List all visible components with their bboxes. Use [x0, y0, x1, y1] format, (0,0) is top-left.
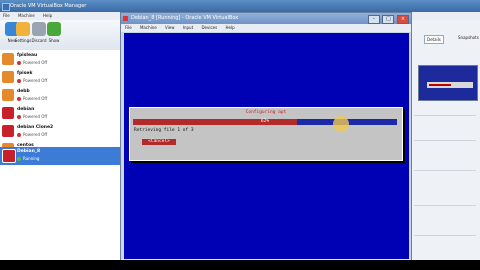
divider: [414, 205, 476, 206]
os-icon: [2, 53, 14, 65]
vm-name: debian Clone2: [17, 125, 54, 130]
vm-name: fpisleau: [17, 53, 38, 58]
powered-off-icon: [17, 97, 21, 101]
divider: [414, 235, 476, 236]
running-icon: [17, 157, 21, 161]
divider: [414, 140, 476, 141]
powered-off-icon: [17, 79, 21, 83]
vm-status: Running: [17, 156, 39, 161]
progress-percent: 62%: [260, 119, 270, 124]
menu-file[interactable]: File: [3, 13, 10, 18]
guest-console[interactable]: Configuring apt 62% Retrieving file 1 of…: [124, 33, 409, 259]
vm-status-text: Powered Off: [23, 96, 48, 101]
progress-message: Retrieving file 1 of 3: [134, 128, 194, 133]
os-icon: [2, 71, 14, 83]
vm-status-text: Powered Off: [23, 132, 48, 137]
details-tab[interactable]: Details: [424, 35, 444, 44]
os-icon: [2, 89, 14, 101]
progress-bar: 62%: [133, 119, 397, 125]
vm-window-title: Debian_8 [Running] - Oracle VM VirtualBo…: [131, 15, 239, 21]
vm-menu-view[interactable]: View: [165, 25, 175, 30]
divider: [414, 115, 476, 116]
vm-name: fpisek: [17, 71, 33, 76]
letterbox-bar: [0, 260, 480, 270]
vm-name: debian: [17, 107, 35, 112]
maximize-button[interactable]: □: [382, 15, 395, 24]
vm-status: Powered Off: [17, 132, 47, 137]
vm-list-item[interactable]: debian Clone2 Powered Off: [0, 123, 120, 141]
virtualbox-app-icon: [2, 3, 10, 11]
vm-window-icon: [123, 16, 128, 21]
vm-status: Powered Off: [17, 114, 47, 119]
minimize-button[interactable]: –: [367, 15, 380, 24]
desktop: Oracle VM VirtualBox Manager File Machin…: [0, 0, 480, 270]
vm-menu-help[interactable]: Help: [225, 25, 234, 30]
powered-off-icon: [17, 133, 21, 137]
debian-os-icon: [2, 107, 14, 119]
window-controls: – □ ×: [367, 14, 409, 24]
vm-preview-thumbnail: [418, 65, 478, 101]
menu-machine[interactable]: Machine: [18, 13, 35, 18]
vm-console-window: Debian_8 [Running] - Oracle VM VirtualBo…: [120, 12, 412, 270]
vm-list-item[interactable]: fpisleau Powered Off: [0, 51, 120, 69]
vm-list-item-selected[interactable]: Debian_8 Running: [0, 147, 120, 165]
installer-dialog: Configuring apt 62% Retrieving file 1 of…: [129, 107, 403, 161]
divider: [414, 170, 476, 171]
debian-os-icon: [2, 125, 14, 137]
powered-off-icon: [17, 61, 21, 65]
menu-help[interactable]: Help: [43, 13, 52, 18]
vm-name: Debian_8: [17, 149, 41, 154]
manager-title: Oracle VM VirtualBox Manager: [10, 3, 87, 9]
vm-menu-file[interactable]: File: [125, 25, 132, 30]
vm-status: Powered Off: [17, 78, 47, 83]
preview-progress-dialog: [427, 82, 473, 88]
debian-os-icon: [2, 149, 16, 163]
vm-window-menu-bar: File Machine View Input Devices Help: [121, 24, 411, 32]
details-pane: Details Snapshots: [410, 20, 480, 270]
vm-status-text: Powered Off: [23, 78, 48, 83]
manager-title-bar: Oracle VM VirtualBox Manager: [0, 0, 480, 12]
vm-list: fpisleau Powered Off fpisek Powered Off …: [0, 50, 121, 270]
close-button[interactable]: ×: [397, 15, 409, 24]
show-arrow-icon: [47, 22, 61, 36]
vm-list-item[interactable]: fpisek Powered Off: [0, 69, 120, 87]
vm-menu-input[interactable]: Input: [183, 25, 193, 30]
preview-progress-fill: [429, 84, 451, 86]
show-button[interactable]: Show: [44, 22, 64, 43]
show-button-label: Show: [48, 38, 60, 43]
cancel-button[interactable]: <Cancel>: [142, 139, 176, 145]
vm-list-item[interactable]: debian Powered Off: [0, 105, 120, 123]
mouse-cursor-highlight: [333, 116, 349, 132]
vm-status: Powered Off: [17, 96, 47, 101]
vm-list-item[interactable]: debb Powered Off: [0, 87, 120, 105]
vm-name: debb: [17, 89, 30, 94]
vm-menu-devices[interactable]: Devices: [201, 25, 217, 30]
snapshots-tab[interactable]: Snapshots: [458, 35, 479, 40]
vm-status-text: Running: [23, 156, 40, 161]
vm-status: Powered Off: [17, 60, 47, 65]
vm-status-text: Powered Off: [23, 60, 48, 65]
powered-off-icon: [17, 115, 21, 119]
dialog-title: Configuring apt: [245, 110, 287, 115]
settings-icon: [16, 22, 30, 36]
vm-status-text: Powered Off: [23, 114, 48, 119]
vm-window-title-bar: Debian_8 [Running] - Oracle VM VirtualBo…: [121, 13, 411, 24]
vm-menu-machine[interactable]: Machine: [140, 25, 157, 30]
